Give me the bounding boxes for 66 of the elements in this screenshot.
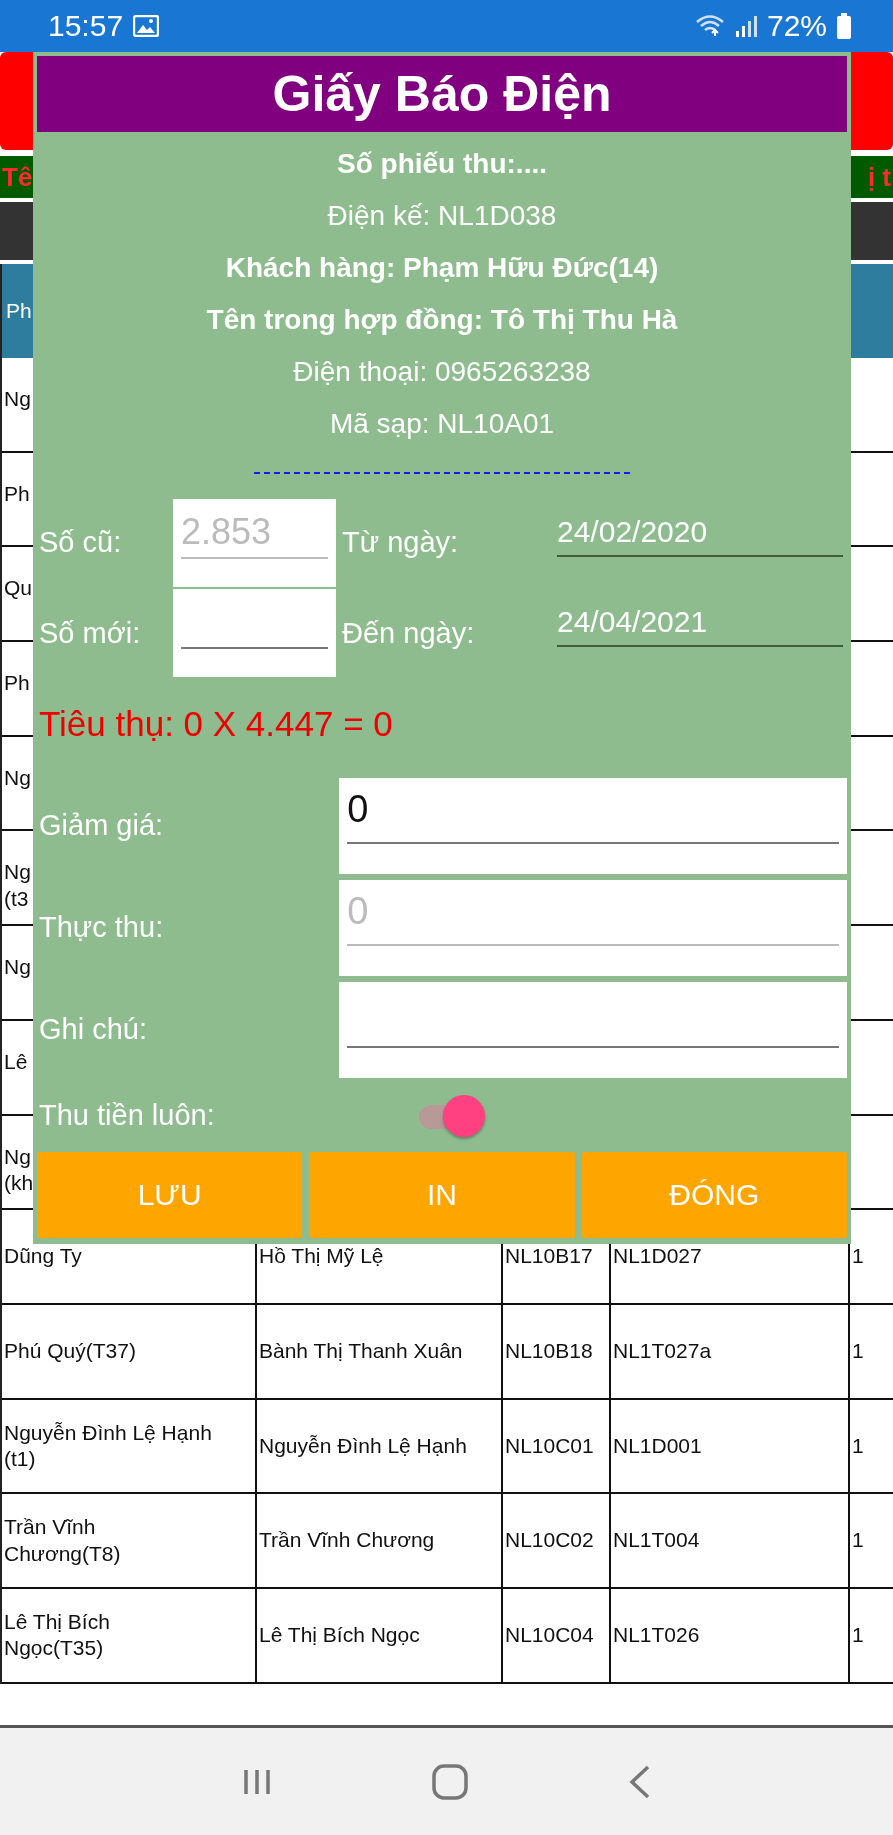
info-text: Điện kế: NL1D038 <box>327 198 557 233</box>
info-text: Khách hàng: Phạm Hữu Đức(14) <box>225 250 659 285</box>
table-cell: Phú Quý(T37) <box>2 1304 257 1398</box>
table-cell: Ph <box>4 480 30 507</box>
table-cell-text: Lê <box>4 1048 28 1075</box>
input-field[interactable] <box>173 589 336 678</box>
status-time: 15:57 <box>48 9 124 43</box>
table-cell: Qu <box>4 575 32 602</box>
info-text: Mã sạp: NL10A01 <box>329 406 555 441</box>
table-cell: Ng (kh <box>4 1143 34 1196</box>
field-label: Đến ngày: <box>341 616 476 650</box>
input-field[interactable]: 0 <box>339 777 847 874</box>
table-cell-text: 1 <box>851 1243 865 1270</box>
image-icon <box>133 15 160 37</box>
battery-level: 72% <box>766 9 827 43</box>
table-cell: NL1T027a <box>611 1304 850 1398</box>
action-button[interactable]: IN <box>309 1152 575 1238</box>
field-label: Ghi chú: <box>38 1013 148 1047</box>
table-cell-text: 1 <box>851 1622 865 1649</box>
table-cell: Ng (t3 <box>4 859 31 912</box>
dialog-title: Giấy Báo Điện <box>37 56 847 132</box>
table-cell: NL10B18 <box>503 1304 611 1398</box>
table-cell: Bành Thị Thanh Xuân <box>257 1304 503 1398</box>
table-cell: NL1T004 <box>611 1494 850 1587</box>
consumption-text: Tiêu thụ: 0 X 4.447 = 0 <box>38 703 393 746</box>
field-label: Giảm giá: <box>38 809 165 843</box>
back-icon[interactable] <box>627 1764 652 1799</box>
column-header: Ph <box>6 299 32 323</box>
table-cell: NL1T026 <box>611 1588 850 1682</box>
table-cell: Lê Thị Bích Ngọc <box>257 1588 503 1682</box>
input-field: 0 <box>339 879 847 976</box>
table-cell: Nguyễn Đình Lệ Hạnh (t1) <box>2 1399 257 1493</box>
table-cell: NL1D001 <box>611 1399 850 1493</box>
info-text: Điện thoại: 0965263238 <box>293 354 591 389</box>
date-field[interactable]: 24/04/2021 <box>557 605 843 648</box>
signal-icon <box>734 14 757 38</box>
info-text: Số phiếu thu:.... <box>337 146 547 181</box>
input-field: 2.853 <box>173 498 336 587</box>
table-cell: Nguyễn Đình Lệ Hạnh <box>257 1399 503 1493</box>
field-label: Số mới: <box>38 616 142 650</box>
field-label: Từ ngày: <box>341 526 460 560</box>
header-label: Tê <box>2 161 33 193</box>
battery-icon <box>837 13 851 39</box>
table-cell-text: 1 <box>851 1527 865 1554</box>
action-button[interactable]: LƯU <box>37 1152 303 1238</box>
field-label: Thực thu: <box>38 911 165 945</box>
action-button[interactable]: ĐÓNG <box>581 1152 847 1238</box>
table-cell: NL10C01 <box>503 1399 611 1493</box>
home-icon[interactable] <box>431 1763 468 1800</box>
table-cell: Trần Vĩnh Chương(T8) <box>2 1494 257 1587</box>
field-label: Số cũ: <box>38 526 123 560</box>
input-field[interactable] <box>339 981 847 1078</box>
table-cell: Ng <box>4 954 31 981</box>
toggle-label: Thu tiền luôn: <box>38 1099 216 1133</box>
table-cell: Trần Vĩnh Chương <box>257 1494 503 1587</box>
table-cell: Ng <box>4 764 31 791</box>
table-cell-text: 1 <box>851 1338 865 1365</box>
wifi-icon <box>694 14 725 38</box>
header-label: ị t <box>867 161 891 193</box>
table-cell: Ph <box>4 670 30 697</box>
table-cell: NL10C04 <box>503 1588 611 1682</box>
table-cell: NL10C02 <box>503 1494 611 1587</box>
info-text: Tên trong hợp đồng: Tô Thị Thu Hà <box>206 302 678 337</box>
table-cell: Lê Thị Bích Ngọc(T35) <box>2 1588 257 1682</box>
table-cell-text: Ng <box>4 386 31 412</box>
table-cell-text: 1 <box>851 1432 865 1459</box>
